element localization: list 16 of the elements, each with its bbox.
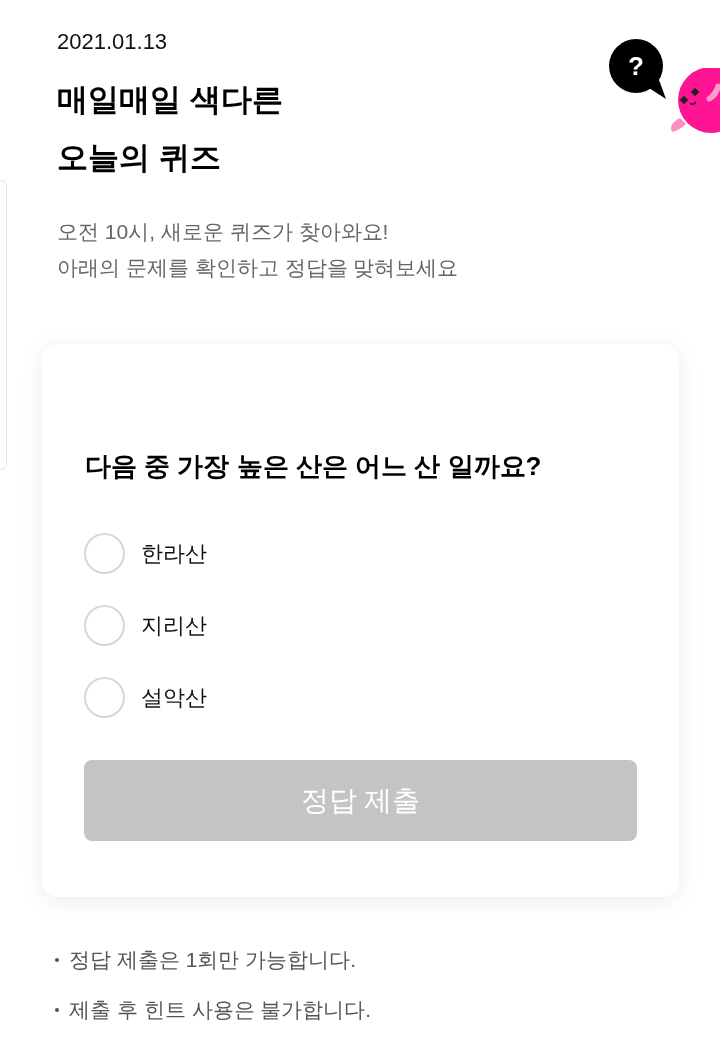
option-label[interactable]: 지리산	[141, 610, 207, 641]
subtitle-text: 오전 10시, 새로운 퀴즈가 찾아와요!	[57, 219, 389, 245]
radio-button[interactable]	[84, 605, 125, 646]
bullet-icon	[55, 1008, 59, 1012]
page-title: 매일매일 색다른	[57, 81, 283, 119]
bullet-icon	[55, 958, 59, 962]
date-text: 2021.01.13	[57, 28, 168, 56]
note-text: 정답 제출은 1회만 가능합니다.	[69, 947, 357, 973]
radio-button[interactable]	[84, 677, 125, 718]
option-label[interactable]: 한라산	[141, 538, 207, 569]
question-text: 다음 중 가장 높은 산은 어느 산 일까요?	[84, 450, 542, 483]
page-title: 오늘의 퀴즈	[57, 139, 221, 177]
option-label[interactable]: 설악산	[141, 682, 207, 713]
note-text: 제출 후 힌트 사용은 불가합니다.	[69, 997, 372, 1023]
radio-button[interactable]	[84, 533, 125, 574]
subtitle-text: 아래의 문제를 확인하고 정답을 맞혀보세요	[57, 255, 459, 281]
